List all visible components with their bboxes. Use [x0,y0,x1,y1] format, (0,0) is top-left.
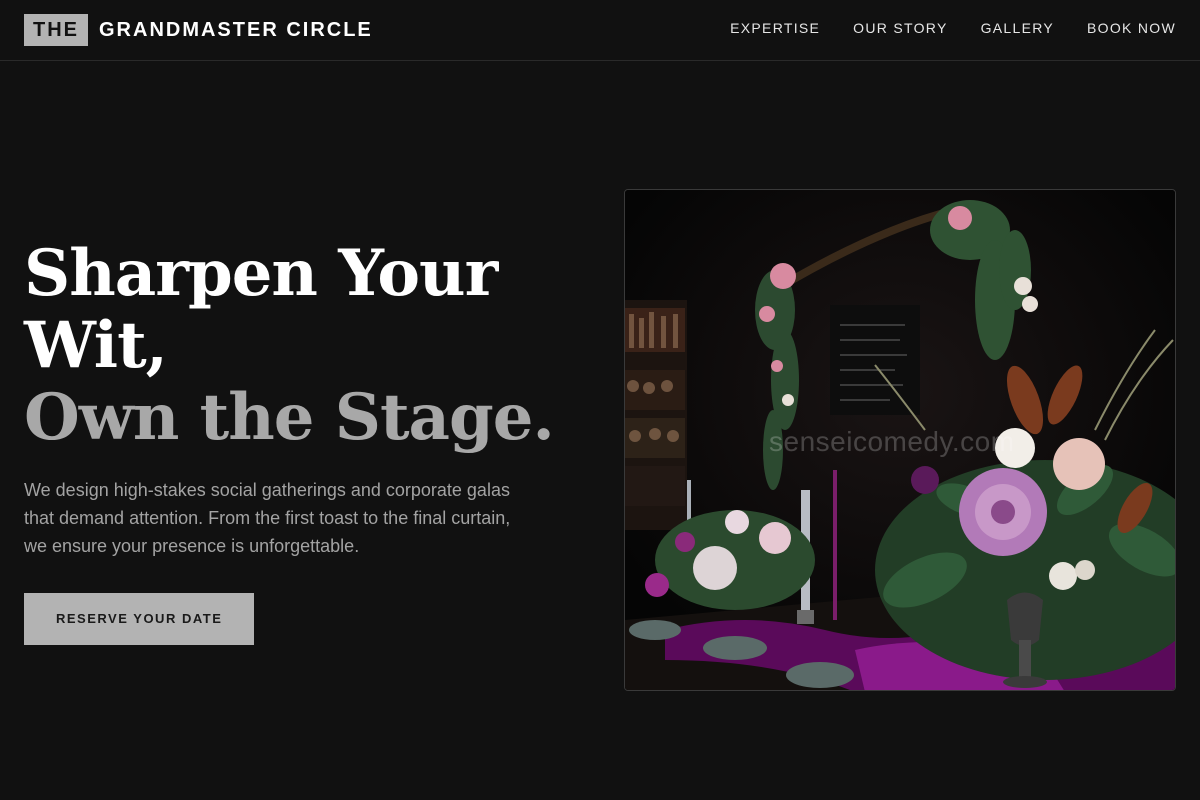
hero-description: We design high-stakes social gatherings … [24,480,511,556]
image-watermark: senseicomedy.com [769,426,1015,457]
headline-line-3: Own the Stage. [24,380,555,455]
brand-logo[interactable]: THE GRANDMASTER CIRCLE [24,14,373,46]
nav-link-expertise[interactable]: EXPERTISE [730,18,820,38]
main-nav: EXPERTISE OUR STORY GALLERY BOOK NOW [730,18,1176,38]
hero-headline: Sharpen Your Wit, Own the Stage. [24,238,564,454]
nav-link-book-now[interactable]: BOOK NOW [1087,18,1176,38]
nav-link-gallery[interactable]: GALLERY [981,18,1054,38]
reserve-date-button[interactable]: RESERVE YOUR DATE [24,593,255,645]
brand-name: GRANDMASTER CIRCLE [99,18,373,41]
brand-badge: THE [24,14,88,46]
headline-line-2: Wit, [24,308,168,383]
hero-image: senseicomedy.com [624,189,1176,691]
nav-link-our-story[interactable]: OUR STORY [853,18,947,38]
site-header: THE GRANDMASTER CIRCLE EXPERTISE OUR STO… [0,0,1200,61]
hero-section: Sharpen Your Wit, Own the Stage. We desi… [24,238,564,645]
headline-line-1: Sharpen Your [24,236,498,311]
